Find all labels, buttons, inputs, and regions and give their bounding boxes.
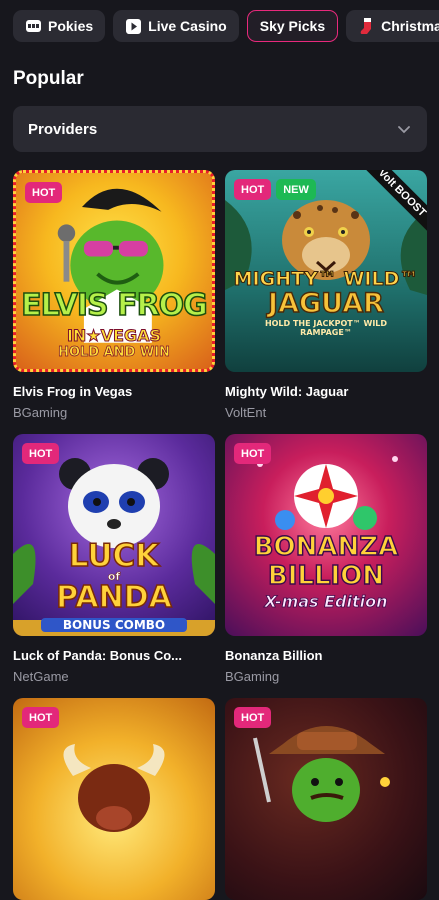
cactus-artwork <box>253 726 390 822</box>
game-thumbnail[interactable]: BONANZA BILLION X-mas Edition HOT <box>225 434 427 636</box>
badges: HOT NEW <box>234 179 316 200</box>
hot-badge: HOT <box>25 182 63 203</box>
tab-label: Sky Picks <box>259 18 326 34</box>
art-tagline: HOLD THE JACKPOT™ WILD RAMPAGE™ <box>264 319 388 337</box>
hot-badge: HOT <box>234 707 272 728</box>
tab-label: Pokies <box>48 18 94 34</box>
game-card[interactable]: ELVIS FROG IN★VEGAS HOLD AND WIN HOT Elv… <box>13 170 215 420</box>
tab-sky-picks[interactable]: Sky Picks <box>246 10 339 42</box>
art-subtitle: BILLION <box>267 560 385 591</box>
game-card[interactable]: BONANZA BILLION X-mas Edition HOT Bonanz… <box>225 434 427 684</box>
art-title: ELVIS FROG <box>20 287 208 324</box>
game-thumbnail[interactable]: HOT <box>225 698 427 900</box>
badges: HOT <box>22 707 60 728</box>
art-tagline: BONUS COMBO <box>41 618 187 632</box>
game-thumbnail[interactable]: HOT <box>13 698 215 900</box>
tab-label: Live Casino <box>148 18 227 34</box>
bull-artwork <box>63 744 165 832</box>
art-tagline: HOLD AND WIN <box>58 345 171 361</box>
art-title: BONANZA <box>253 531 399 562</box>
game-name[interactable]: Mighty Wild: Jaguar <box>225 384 427 399</box>
badges: HOT <box>234 443 272 464</box>
art-subtitle: IN★VEGAS <box>66 326 162 346</box>
game-provider: NetGame <box>13 669 69 684</box>
tab-christmas[interactable]: Christmas <box>346 10 439 42</box>
game-thumbnail[interactable]: LUCK of PANDA BONUS COMBO HOT <box>13 434 215 636</box>
game-name[interactable]: Elvis Frog in Vegas <box>13 384 215 399</box>
slot-machine-icon <box>25 18 42 35</box>
category-tabs: Pokies Live Casino Sky Picks Christmas <box>0 0 439 52</box>
badges: HOT <box>22 443 60 464</box>
game-name[interactable]: Bonanza Billion <box>225 648 427 663</box>
game-card[interactable]: HOT <box>225 698 427 900</box>
game-thumbnail[interactable]: ELVIS FROG IN★VEGAS HOLD AND WIN HOT <box>13 170 215 372</box>
hot-badge: HOT <box>234 179 272 200</box>
tab-label: Christmas <box>381 18 439 34</box>
art-subtitle: JAGUAR <box>267 287 384 319</box>
badges: HOT <box>234 707 272 728</box>
tab-live-casino[interactable]: Live Casino <box>113 10 239 42</box>
hot-badge: HOT <box>22 443 60 464</box>
chevron-down-icon <box>397 121 411 138</box>
stocking-icon <box>358 17 375 35</box>
art-title: LUCK <box>68 537 160 575</box>
game-card[interactable]: LUCK of PANDA BONUS COMBO HOT Luck of Pa… <box>13 434 215 684</box>
game-thumbnail[interactable]: MIGHTY™ WILD™ JAGUAR HOLD THE JACKPOT™ W… <box>225 170 427 372</box>
hot-badge: HOT <box>22 707 60 728</box>
tab-pokies[interactable]: Pokies <box>13 10 106 42</box>
new-badge: NEW <box>276 179 316 200</box>
play-icon <box>125 18 142 35</box>
game-provider: VoltEnt <box>225 405 267 420</box>
game-name[interactable]: Luck of Panda: Bonus Co... <box>13 648 215 663</box>
game-card[interactable]: HOT <box>13 698 215 900</box>
art-subtitle: PANDA <box>55 579 172 616</box>
section-title: Popular <box>13 68 84 89</box>
badges: HOT <box>25 182 63 203</box>
art-title: MIGHTY™ WILD™ <box>233 268 419 291</box>
game-provider: BGaming <box>13 405 68 420</box>
providers-dropdown[interactable]: Providers <box>13 106 427 152</box>
providers-label: Providers <box>28 120 98 138</box>
hot-badge: HOT <box>234 443 272 464</box>
art-tagline: X-mas Edition <box>264 592 388 612</box>
game-card[interactable]: MIGHTY™ WILD™ JAGUAR HOLD THE JACKPOT™ W… <box>225 170 427 420</box>
game-provider: BGaming <box>225 669 280 684</box>
